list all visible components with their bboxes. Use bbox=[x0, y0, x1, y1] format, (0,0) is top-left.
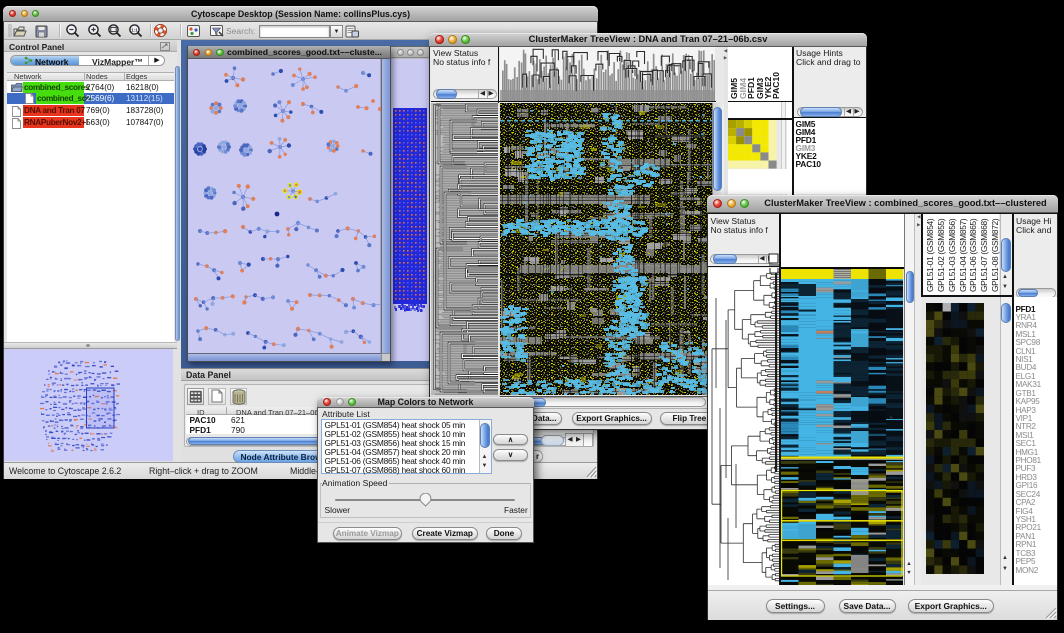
svg-text:1:1: 1:1 bbox=[131, 27, 138, 32]
